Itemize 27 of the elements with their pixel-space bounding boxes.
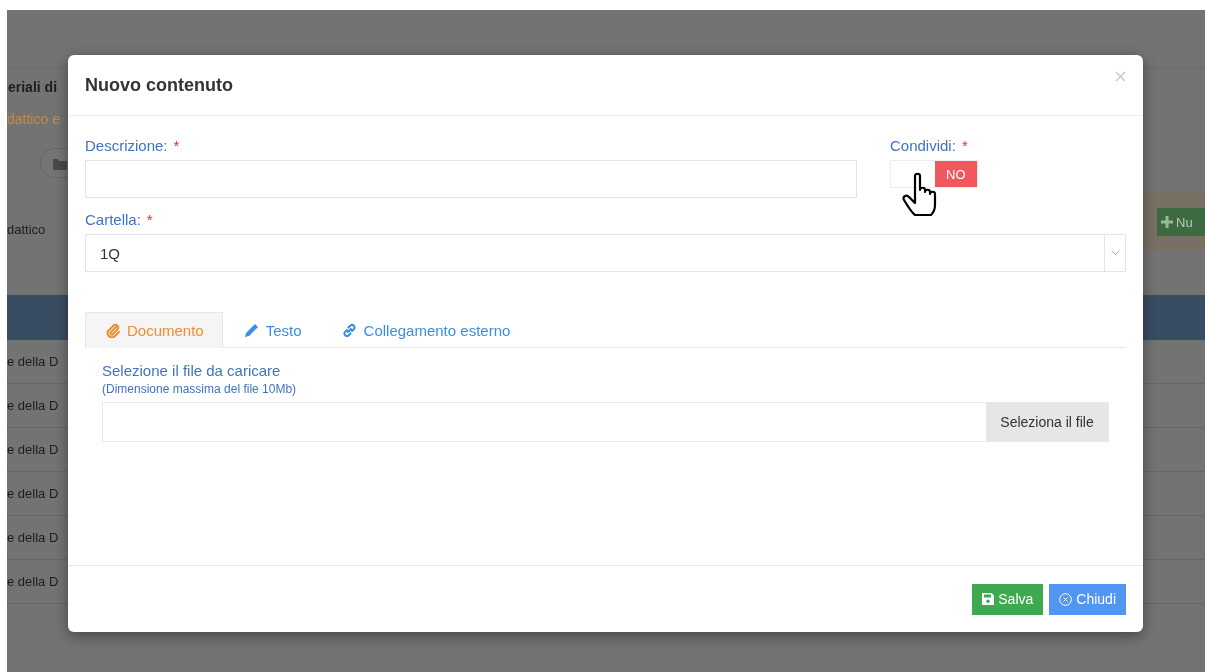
upload-hint: (Dimensione massima del file 10Mb) [102,382,298,396]
caret-icon [1110,250,1120,256]
toggle-switch[interactable]: NO [890,160,978,188]
save-button[interactable]: Salva [972,583,1044,615]
close-button[interactable]: Chiudi [1049,583,1126,615]
field-label: Condividi: [890,137,956,154]
folder-icon [53,158,67,170]
required-mark: * [173,137,180,154]
plus-icon [1161,216,1173,228]
link-icon [341,322,357,338]
page-title: eriali di [8,78,58,95]
paperclip-icon [106,323,120,338]
upload-label: Selezione il file da caricare [102,362,282,379]
select-field[interactable]: 1Q [85,234,1126,272]
close-circle-icon [1059,592,1073,606]
pencil-icon [243,322,259,338]
new-button[interactable]: Nu [1157,208,1205,236]
close-icon[interactable] [1115,70,1126,82]
column-header: dattico [7,222,46,237]
required-mark: * [146,211,153,228]
dialog-title: Nuovo contenuto [85,74,233,96]
text-field[interactable] [85,160,857,198]
field-label: Descrizione: [85,137,168,154]
page-subtitle: dattico e [7,111,60,127]
tab[interactable]: Documento [85,312,223,348]
required-mark: * [961,137,968,154]
field-label: Cartella: [85,211,141,228]
